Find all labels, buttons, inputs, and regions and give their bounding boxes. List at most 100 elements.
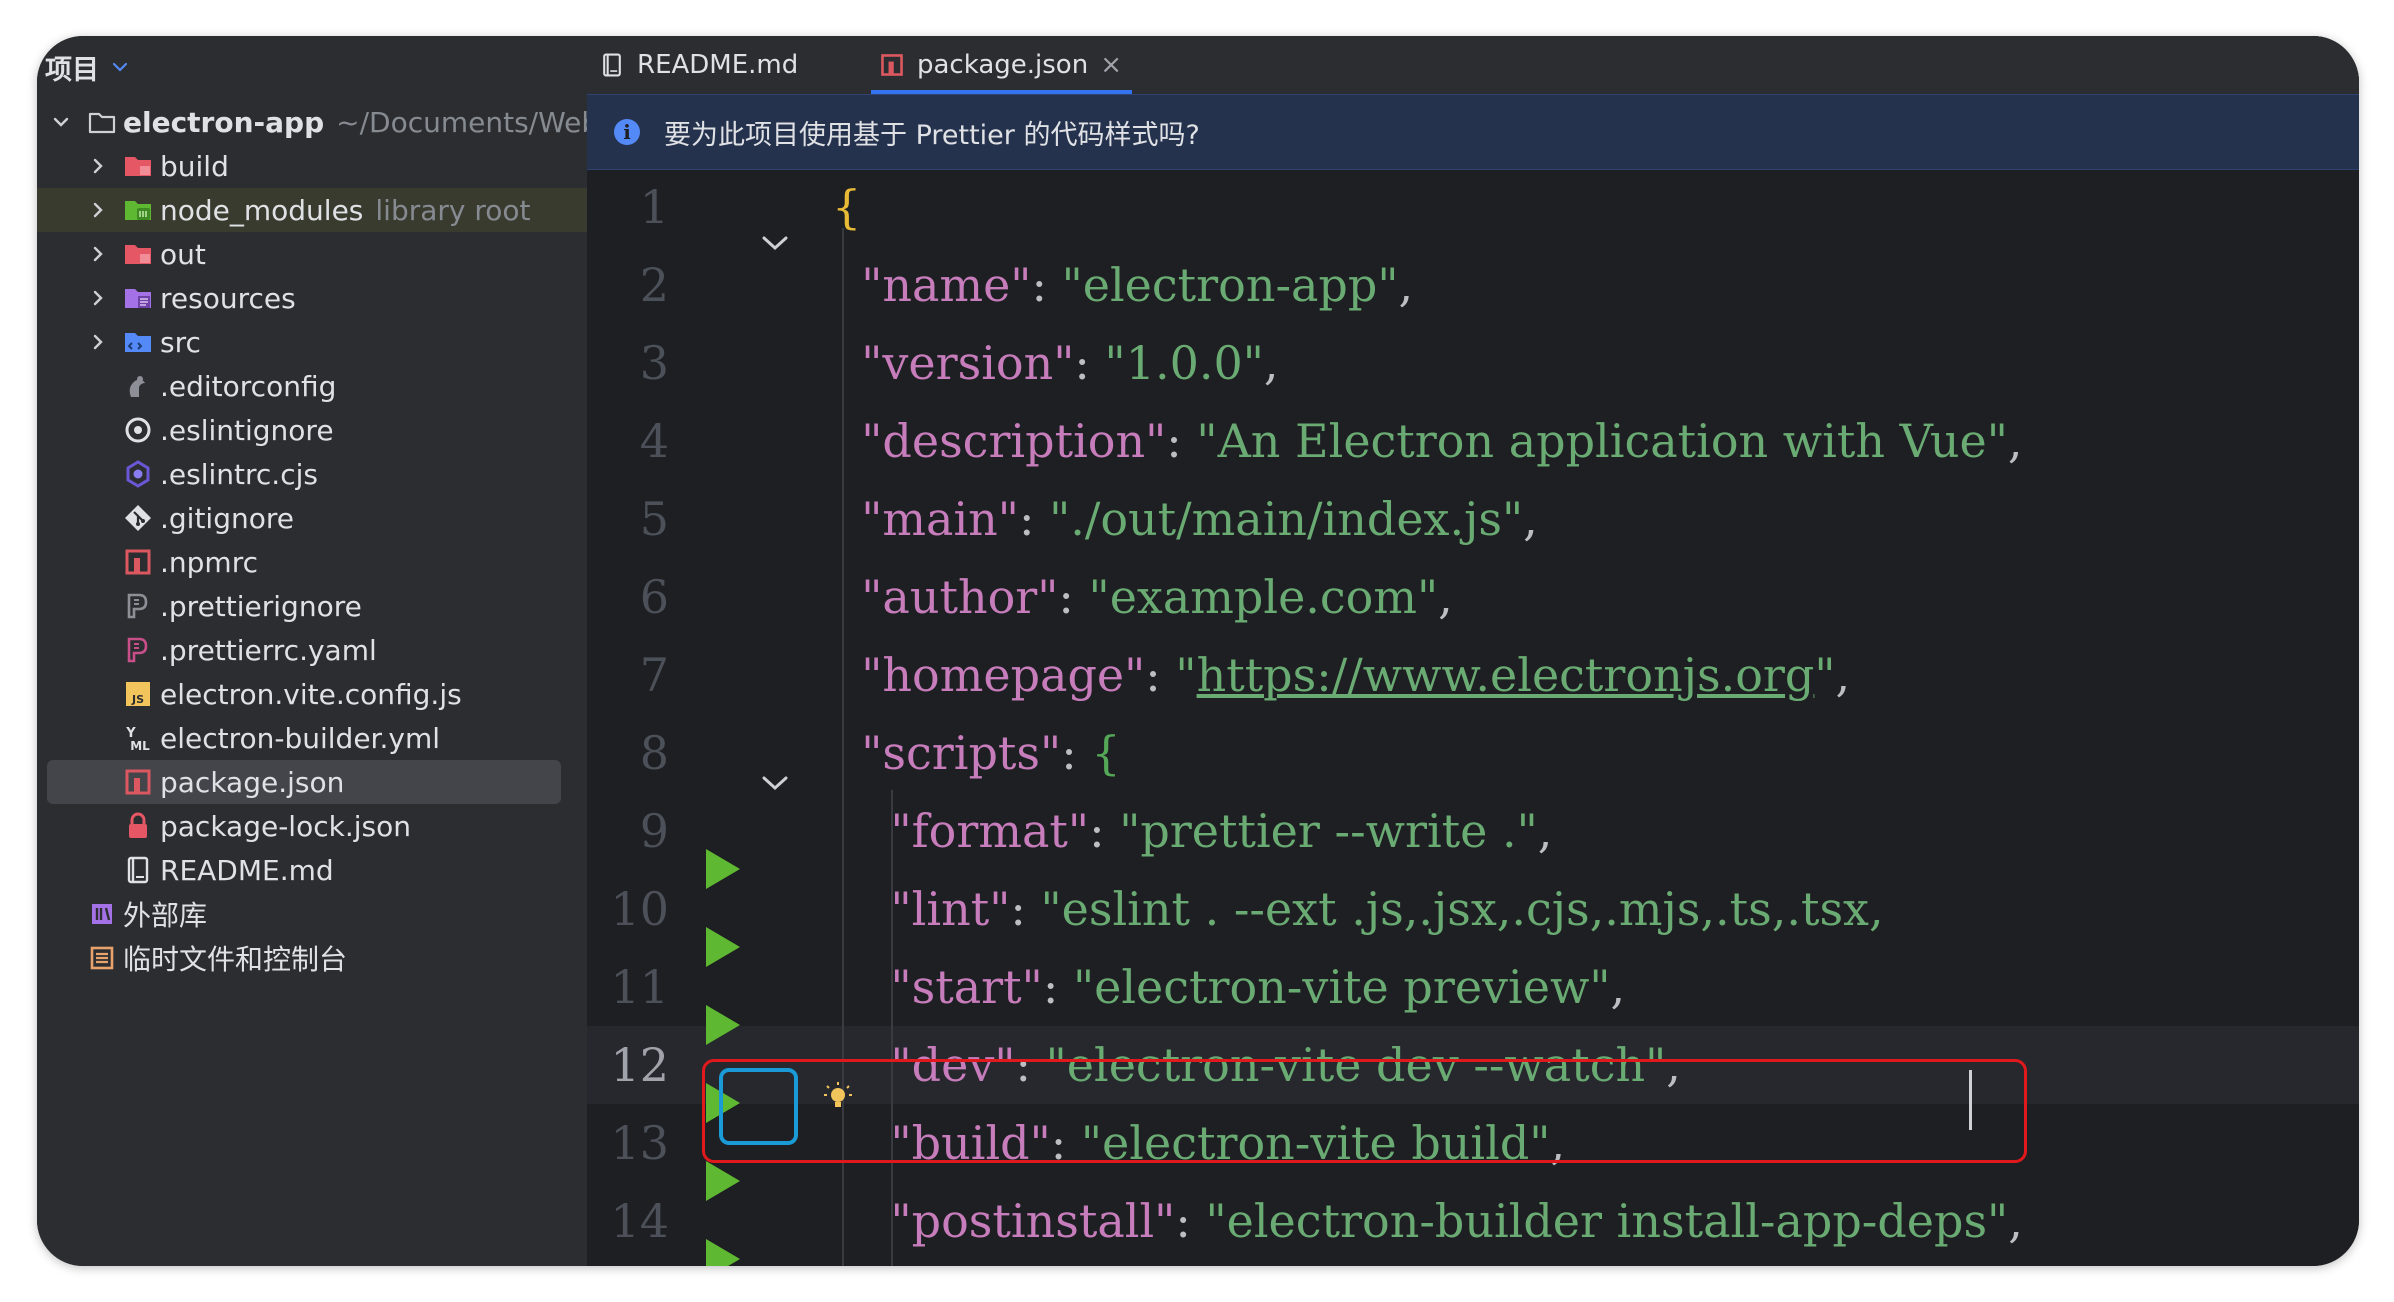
excluded-folder-icon xyxy=(125,245,151,264)
info-icon: i xyxy=(614,119,640,145)
tree-item-gitignore[interactable]: .gitignore xyxy=(37,496,587,540)
code-token: : xyxy=(1018,492,1050,546)
tree-root-label: electron-app ~/Documents/WebPr xyxy=(123,106,587,139)
chevron-right-icon[interactable] xyxy=(87,155,109,177)
code-token: "lint" xyxy=(890,882,1011,936)
folder-icon xyxy=(88,112,116,134)
chevron-down-icon[interactable] xyxy=(50,111,72,133)
tree-item-label: electron.vite.config.js xyxy=(160,677,462,711)
code-line[interactable]: 6 "author": "example.com", xyxy=(587,558,2359,636)
tree-item-package-json[interactable]: package.json xyxy=(47,760,561,804)
scratches-icon xyxy=(90,946,114,970)
code-text: "main": "./out/main/index.js", xyxy=(832,492,1538,546)
code-line[interactable]: 7 "homepage": "https://www.electronjs.or… xyxy=(587,636,2359,714)
code-token: , xyxy=(1263,336,1279,390)
line-number: 5 xyxy=(639,492,669,546)
code-token: : xyxy=(1145,648,1176,702)
run-script-format-icon[interactable] xyxy=(702,847,742,891)
line-number: 4 xyxy=(639,414,669,468)
code-line[interactable]: 1{ xyxy=(587,168,2359,246)
tree-item-eslintrc[interactable]: .eslintrc.cjs xyxy=(37,452,587,496)
code-line[interactable]: 2 "name": "electron-app", xyxy=(587,246,2359,324)
close-tab-icon[interactable]: × xyxy=(1100,50,1122,80)
code-line[interactable]: 14 "postinstall": "electron-builder inst… xyxy=(587,1182,2359,1260)
code-token: : xyxy=(1074,336,1105,390)
tree-item-resources[interactable]: resources xyxy=(37,276,587,320)
run-script-lint-icon[interactable] xyxy=(702,925,742,969)
run-script-start-icon[interactable] xyxy=(702,1003,742,1047)
code-line[interactable]: 10 "lint": "eslint . --ext .js,.jsx,.cjs… xyxy=(587,870,2359,948)
chevron-right-icon[interactable] xyxy=(87,331,109,353)
tree-item-external-libraries[interactable]: 外部库 xyxy=(37,892,587,936)
line-number: 6 xyxy=(639,570,669,624)
code-line[interactable]: 8 "scripts": { xyxy=(587,714,2359,792)
tree-item-editorconfig[interactable]: .editorconfig xyxy=(37,364,587,408)
tree-item-label: .editorconfig xyxy=(160,369,337,403)
ide-window: 项目 electron-app ~/Documents/WebPr build n… xyxy=(37,36,2359,1266)
code-line[interactable]: 11 "start": "electron-vite preview", xyxy=(587,948,2359,1026)
code-token: "description" xyxy=(861,414,1167,468)
highlight-box-dev-script xyxy=(702,1059,2027,1163)
tab-readme[interactable]: README.md xyxy=(599,36,798,94)
tree-item-out[interactable]: out xyxy=(37,232,587,276)
ignore-file-icon xyxy=(125,417,151,443)
resource-folder-icon xyxy=(125,289,151,308)
line-number: 11 xyxy=(610,960,669,1014)
code-line[interactable]: 9 "format": "prettier --write .", xyxy=(587,792,2359,870)
code-line[interactable]: 4 "description": "An Electron applicatio… xyxy=(587,402,2359,480)
fold-arrow-icon[interactable] xyxy=(760,228,790,258)
readme-book-icon xyxy=(127,856,149,884)
chevron-down-icon xyxy=(112,62,128,72)
code-token: "version" xyxy=(861,336,1075,390)
tree-item-package-lock[interactable]: package-lock.json xyxy=(37,804,587,848)
yaml-file-icon: YML xyxy=(125,726,150,753)
chevron-right-icon[interactable] xyxy=(87,287,109,309)
source-folder-icon xyxy=(125,333,151,352)
project-panel: 项目 electron-app ~/Documents/WebPr build n… xyxy=(37,36,587,1266)
tree-item-scratches[interactable]: 临时文件和控制台 xyxy=(37,936,587,980)
code-token: : xyxy=(1166,414,1197,468)
tree-item-readme[interactable]: README.md xyxy=(37,848,587,892)
tree-item-prettierrc[interactable]: .prettierrc.yaml xyxy=(37,628,587,672)
tree-item-npmrc[interactable]: .npmrc xyxy=(37,540,587,584)
code-token: , xyxy=(1398,258,1414,312)
code-token: { xyxy=(832,180,862,234)
prettier-config-icon xyxy=(127,637,148,663)
project-view-selector[interactable]: 项目 xyxy=(45,42,129,92)
tree-root-electron-app[interactable]: electron-app ~/Documents/WebPr xyxy=(37,100,587,144)
code-token: : xyxy=(1058,570,1089,624)
code-token: : xyxy=(1061,726,1092,780)
tree-item-vite-config[interactable]: JS electron.vite.config.js xyxy=(37,672,587,716)
tree-item-node-modules[interactable]: node_modules library root xyxy=(37,188,587,232)
tree-item-eslintignore[interactable]: .eslintignore xyxy=(37,408,587,452)
run-script-postinstall-icon[interactable] xyxy=(702,1237,742,1266)
chevron-right-icon[interactable] xyxy=(87,243,109,265)
code-line[interactable]: 5 "main": "./out/main/index.js", xyxy=(587,480,2359,558)
code-text: "lint": "eslint . --ext .js,.jsx,.cjs,.m… xyxy=(832,882,1884,936)
code-token: "An Electron application with Vue" xyxy=(1196,414,2008,468)
tree-item-prettierignore[interactable]: .prettierignore xyxy=(37,584,587,628)
library-root-note: library root xyxy=(375,193,531,227)
tree-item-src[interactable]: src xyxy=(37,320,587,364)
excluded-folder-icon xyxy=(125,157,151,176)
run-script-build-icon[interactable] xyxy=(702,1159,742,1203)
tab-package-json[interactable]: package.json × xyxy=(871,36,1132,94)
tree-item-build[interactable]: build xyxy=(37,144,587,188)
fold-arrow-icon[interactable] xyxy=(760,768,790,798)
chevron-right-icon[interactable] xyxy=(87,199,109,221)
code-text: "format": "prettier --write .", xyxy=(832,804,1553,858)
code-token: "./out/main/index.js" xyxy=(1049,492,1524,546)
code-token: "name" xyxy=(861,258,1032,312)
tree-item-builder-yml[interactable]: Y ML electron-builder.yml xyxy=(37,716,587,760)
code-line[interactable]: 3 "version": "1.0.0", xyxy=(587,324,2359,402)
line-number: 2 xyxy=(639,258,669,312)
code-text: "homepage": "https://www.electronjs.org"… xyxy=(832,648,1850,702)
code-token: { xyxy=(1091,726,1121,780)
